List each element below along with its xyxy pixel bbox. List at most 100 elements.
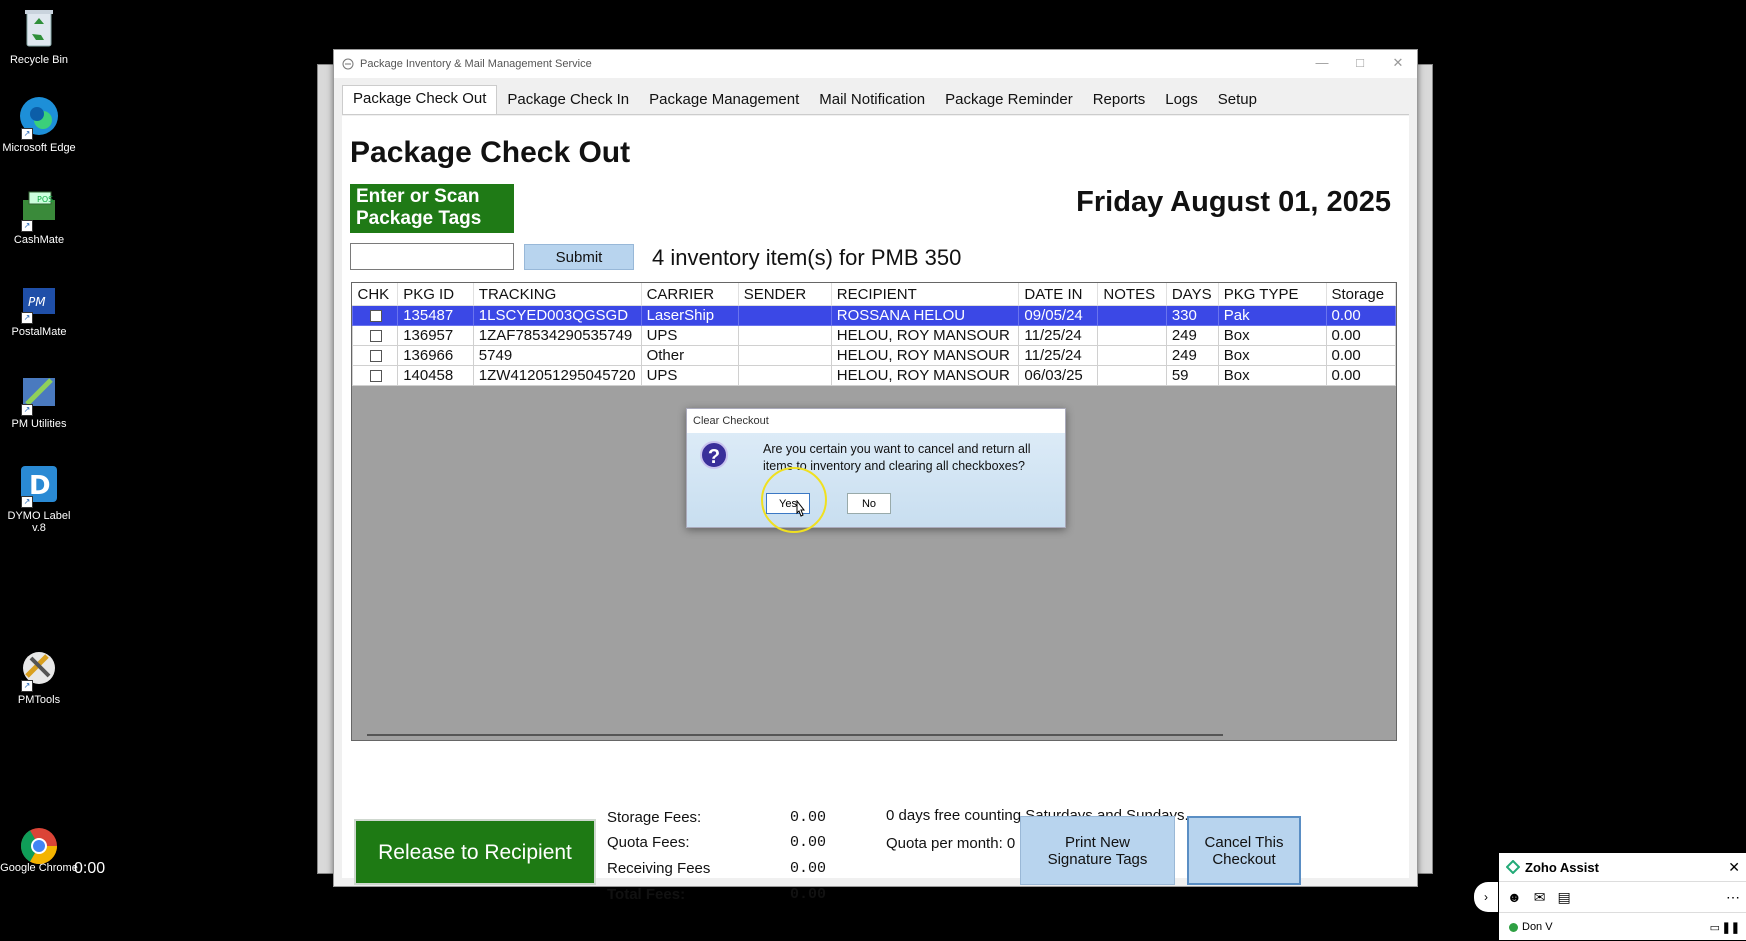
submit-button[interactable]: Submit [524, 244, 634, 270]
pm-utilities-icon: ↗ [17, 370, 61, 416]
release-to-recipient-button[interactable]: Release to Recipient [354, 819, 596, 885]
tab-mail-notification[interactable]: Mail Notification [809, 87, 935, 114]
print-signature-tags-button[interactable]: Print New Signature Tags [1020, 816, 1175, 885]
desktop-icon-label: PM Utilities [11, 418, 67, 430]
desktop-icon-postalmate[interactable]: PM ↗ PostalMate [0, 278, 78, 338]
dymo-icon: D ↗ [17, 462, 61, 508]
desktop-icon-pm-utilities[interactable]: ↗ PM Utilities [0, 370, 78, 430]
tab-package-management[interactable]: Package Management [639, 87, 809, 114]
chrome-icon [19, 826, 59, 866]
desktop-icon-dymo[interactable]: D ↗ DYMO Label v.8 [0, 462, 78, 534]
column-header[interactable]: PKG TYPE [1218, 283, 1327, 306]
pkg-id-cell: 136966 [397, 345, 474, 366]
question-icon: ? [700, 441, 728, 469]
column-header[interactable]: NOTES [1097, 283, 1167, 306]
clear-checkout-dialog: Clear Checkout ? Are you certain you wan… [686, 408, 1066, 528]
column-header[interactable]: TRACKING [473, 283, 642, 306]
column-header[interactable]: CARRIER [641, 283, 739, 306]
tab-setup[interactable]: Setup [1208, 87, 1267, 114]
desktop-icon-pmtools[interactable]: ↗ PMTools [0, 646, 78, 706]
zoho-chat-icon[interactable]: ✉ [1534, 889, 1546, 906]
table-row[interactable]: 136957 1ZAF78534290535749 UPS HELOU, ROY… [352, 325, 1396, 346]
desktop-icon-recycle-bin[interactable]: Recycle Bin [0, 6, 78, 66]
days-cell: 249 [1165, 345, 1219, 366]
package-tag-input[interactable] [350, 243, 514, 270]
tracking-cell: 1LSCYED003QGSGD [472, 305, 642, 326]
desktop-icon-cashmate[interactable]: POS ↗ CashMate [0, 186, 78, 246]
column-header[interactable]: DATE IN [1018, 283, 1099, 306]
minimize-button[interactable]: — [1303, 50, 1341, 78]
close-button[interactable]: ✕ [1379, 50, 1417, 78]
tab-package-reminder[interactable]: Package Reminder [935, 87, 1083, 114]
zoho-screen-icon[interactable]: ▭ [1710, 921, 1720, 934]
table-row[interactable]: 140458 1ZW412051295045720 UPS HELOU, ROY… [352, 365, 1396, 386]
horizontal-scrollbar[interactable] [367, 734, 1223, 736]
tracking-cell: 5749 [472, 345, 642, 366]
date-in-cell: 06/03/25 [1018, 365, 1099, 386]
row-checkbox[interactable] [370, 310, 382, 323]
row-checkbox[interactable] [370, 330, 382, 343]
total-fee-label: Total Fees: [607, 886, 686, 903]
storage-cell: 0.00 [1325, 325, 1396, 346]
zoho-toolbar: ☻ ✉ ▤ ⋯ [1499, 882, 1746, 913]
zoho-user-icon[interactable]: ☻ [1507, 889, 1522, 905]
zoho-header: Zoho Assist ✕ [1499, 853, 1746, 882]
zoho-user-name: Don V [1522, 921, 1553, 933]
desktop-icon-chrome[interactable]: Google Chrome [0, 826, 78, 874]
desktop-icon-edge[interactable]: ↗ Microsoft Edge [0, 94, 78, 154]
storage-fee-value: 0.00 [790, 809, 827, 826]
table-header-row: CHK PKG ID TRACKING CARRIER SENDER RECIP… [352, 283, 1396, 306]
column-header[interactable]: RECIPIENT [831, 283, 1020, 306]
column-header[interactable]: Storage [1326, 283, 1396, 306]
column-header[interactable]: DAYS [1166, 283, 1219, 306]
row-checkbox-cell[interactable] [352, 345, 399, 366]
row-checkbox-cell[interactable] [352, 365, 399, 386]
row-checkbox[interactable] [370, 370, 382, 383]
dialog-no-button[interactable]: No [847, 493, 891, 514]
zoho-collapse-toggle[interactable]: › [1474, 882, 1498, 912]
table-row[interactable]: 135487 1LSCYED003QGSGD LaserShip ROSSANA… [352, 305, 1396, 326]
date-in-cell: 11/25/24 [1018, 325, 1099, 346]
carrier-cell: UPS [640, 325, 739, 346]
total-fee-value: 0.00 [790, 886, 827, 903]
maximize-button[interactable]: □ [1341, 50, 1379, 78]
quota-fee-label: Quota Fees: [607, 834, 690, 851]
zoho-close-icon[interactable]: ✕ [1728, 859, 1740, 876]
column-header[interactable]: CHK [352, 283, 399, 306]
quota-fee-value: 0.00 [790, 834, 827, 851]
mouse-cursor-icon [796, 500, 806, 517]
column-header[interactable]: PKG ID [397, 283, 474, 306]
notes-cell [1097, 365, 1167, 386]
days-cell: 59 [1165, 365, 1219, 386]
zoho-pause-icon[interactable]: ❚❚ [1722, 921, 1740, 934]
tab-bar: Package Check Out Package Check In Packa… [342, 84, 1409, 115]
row-checkbox-cell[interactable] [352, 305, 399, 326]
page-title: Package Check Out [350, 136, 631, 169]
tab-logs[interactable]: Logs [1155, 87, 1208, 114]
desktop-icon-label: CashMate [13, 234, 65, 246]
zoho-more-icon[interactable]: ⋯ [1726, 889, 1740, 906]
days-cell: 330 [1165, 305, 1219, 326]
tab-package-check-out[interactable]: Package Check Out [342, 85, 498, 114]
tab-reports[interactable]: Reports [1083, 87, 1156, 114]
tracking-cell: 1ZAF78534290535749 [472, 325, 642, 346]
app-icon [342, 58, 354, 70]
recipient-cell: HELOU, ROY MANSOUR [830, 325, 1020, 346]
column-header[interactable]: SENDER [738, 283, 832, 306]
recipient-cell: HELOU, ROY MANSOUR [830, 345, 1020, 366]
tab-package-check-in[interactable]: Package Check In [497, 87, 639, 114]
postalmate-icon: PM ↗ [17, 278, 61, 324]
pkg-type-cell: Box [1217, 325, 1327, 346]
recipient-cell: HELOU, ROY MANSOUR [830, 365, 1020, 386]
row-checkbox[interactable] [370, 350, 382, 363]
inventory-table: CHK PKG ID TRACKING CARRIER SENDER RECIP… [352, 283, 1396, 386]
desktop-icon-label: PostalMate [11, 326, 67, 338]
desktop-icon-label: PMTools [17, 694, 61, 706]
carrier-cell: LaserShip [640, 305, 739, 326]
table-row[interactable]: 136966 5749 Other HELOU, ROY MANSOUR 11/… [352, 345, 1396, 366]
zoho-title: Zoho Assist [1525, 859, 1599, 875]
cancel-checkout-button[interactable]: Cancel This Checkout [1187, 816, 1301, 885]
receiving-fee-label: Receiving Fees [607, 860, 711, 877]
row-checkbox-cell[interactable] [352, 325, 399, 346]
zoho-files-icon[interactable]: ▤ [1557, 889, 1570, 906]
